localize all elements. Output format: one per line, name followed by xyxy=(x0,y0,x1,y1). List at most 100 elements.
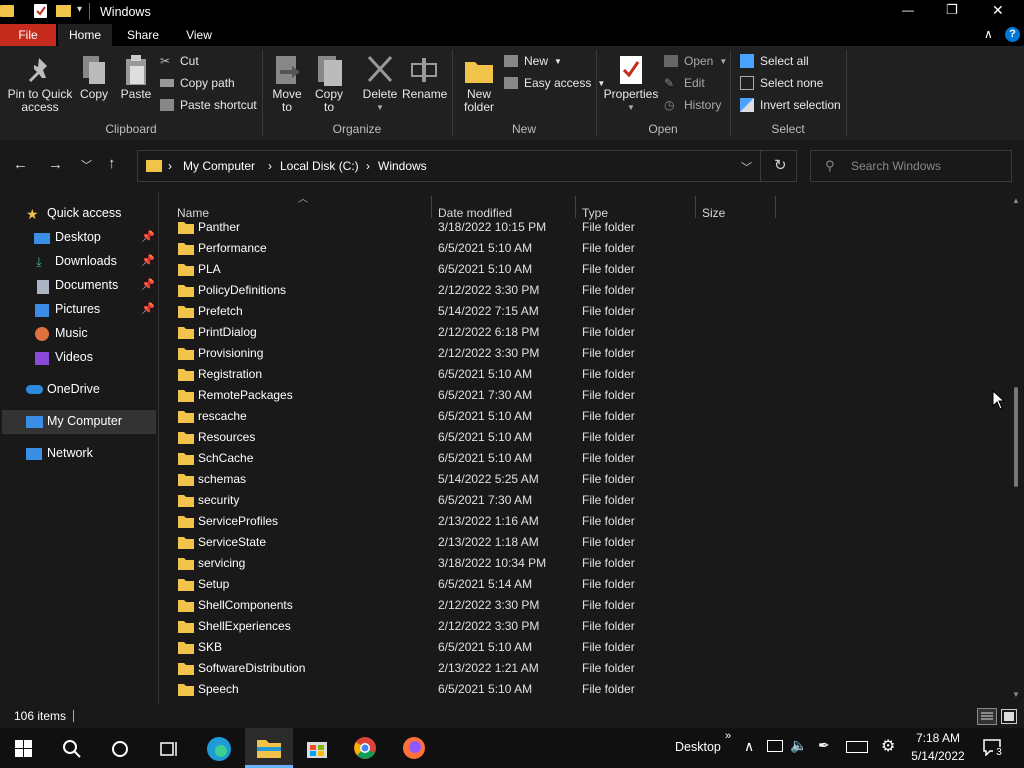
table-row[interactable]: PolicyDefinitions 2/12/2022 3:30 PM File f… xyxy=(160,280,1010,301)
tab-home[interactable]: Home xyxy=(58,24,112,46)
settings-gear-icon[interactable]: ⚙ xyxy=(881,736,895,756)
table-row[interactable]: ServiceProfiles 2/13/2022 1:16 AM File fol… xyxy=(160,511,1010,532)
nav-my-computer[interactable]: My Computer xyxy=(2,410,156,434)
task-view-icon[interactable] xyxy=(158,739,178,759)
new-folder-qat-icon[interactable] xyxy=(56,5,71,17)
search-input[interactable]: Search Windows xyxy=(851,159,941,173)
nav-item-pictures[interactable]: Pictures 📌 xyxy=(0,302,156,320)
pin-icon[interactable]: 📌 xyxy=(141,230,155,243)
table-row[interactable]: Provisioning 2/12/2022 3:30 PM File folder xyxy=(160,343,1010,364)
close-button[interactable]: ✕ xyxy=(992,2,1004,19)
help-icon[interactable]: ? xyxy=(1005,27,1020,42)
large-icons-view-button[interactable] xyxy=(1001,709,1017,724)
clock-date[interactable]: 5/14/2022 xyxy=(910,749,966,763)
breadcrumb-my-computer[interactable]: My Computer xyxy=(183,159,255,173)
select-all-button[interactable]: Select all xyxy=(740,54,809,68)
table-row[interactable]: Panther 3/18/2022 10:15 PM File folder xyxy=(160,217,1010,238)
paste-button[interactable]: Paste xyxy=(116,52,156,118)
tab-share[interactable]: Share xyxy=(116,24,170,46)
breadcrumb-local-disk[interactable]: Local Disk (C:) xyxy=(280,159,359,173)
toolbar-expand-icon[interactable]: » xyxy=(725,730,731,742)
new-item-button[interactable]: New ▼ xyxy=(504,54,562,68)
open-button[interactable]: Open ▼ xyxy=(664,54,727,68)
pen-workspace-icon[interactable]: ✒ xyxy=(818,737,830,754)
table-row[interactable]: Speech 6/5/2021 5:10 AM File folder xyxy=(160,679,1010,700)
table-row[interactable]: rescache 6/5/2021 5:10 AM File folder xyxy=(160,406,1010,427)
pin-to-quick-access-button[interactable]: Pin to Quick access xyxy=(6,52,74,118)
table-row[interactable]: Registration 6/5/2021 5:10 AM File folder xyxy=(160,364,1010,385)
table-row[interactable]: SoftwareDistribution 2/13/2022 1:21 AM Fil… xyxy=(160,658,1010,679)
edge-browser-icon[interactable] xyxy=(206,736,232,762)
nav-item-music[interactable]: Music xyxy=(0,326,156,344)
new-folder-button[interactable]: New folder xyxy=(458,52,500,118)
touch-keyboard-icon[interactable] xyxy=(846,741,868,753)
table-row[interactable]: Resources 6/5/2021 5:10 AM File folder xyxy=(160,427,1010,448)
table-row[interactable]: schemas 5/14/2022 5:25 AM File folder xyxy=(160,469,1010,490)
address-bar[interactable]: › My Computer › Local Disk (C:) › Window… xyxy=(137,150,797,182)
table-row[interactable]: PLA 6/5/2021 5:10 AM File folder xyxy=(160,259,1010,280)
search-box[interactable]: ⚲ Search Windows xyxy=(810,150,1012,182)
nav-onedrive[interactable]: OneDrive xyxy=(0,382,156,400)
nav-network[interactable]: Network xyxy=(0,446,156,464)
scroll-down-icon[interactable]: ▼ xyxy=(1012,690,1020,699)
table-row[interactable]: SKB 6/5/2021 5:10 AM File folder xyxy=(160,637,1010,658)
nav-item-videos[interactable]: Videos xyxy=(0,350,156,368)
tab-view[interactable]: View xyxy=(172,24,226,46)
nav-quick-access[interactable]: ★ Quick access xyxy=(0,206,156,224)
table-row[interactable]: Setup 6/5/2021 5:14 AM File folder xyxy=(160,574,1010,595)
invert-selection-button[interactable]: Invert selection xyxy=(740,98,841,112)
table-row[interactable]: security 6/5/2021 7:30 AM File folder xyxy=(160,490,1010,511)
pin-icon[interactable]: 📌 xyxy=(141,278,155,291)
properties-qat-icon[interactable] xyxy=(34,4,47,18)
breadcrumb-chevron-icon[interactable]: › xyxy=(268,159,272,173)
volume-icon[interactable]: 🔈 xyxy=(790,737,807,754)
copy-path-button[interactable]: Copy path xyxy=(160,76,235,90)
network-tray-icon[interactable] xyxy=(767,740,783,752)
forward-button[interactable]: → xyxy=(48,156,63,173)
show-hidden-icons-icon[interactable]: ∧ xyxy=(744,738,754,755)
move-to-button[interactable]: Move to xyxy=(268,52,306,118)
table-row[interactable]: RemotePackages 6/5/2021 7:30 AM File folde… xyxy=(160,385,1010,406)
select-none-button[interactable]: Select none xyxy=(740,76,823,90)
delete-button[interactable]: Delete ▼ xyxy=(360,52,400,118)
breadcrumb-windows[interactable]: Windows xyxy=(378,159,427,173)
firefox-browser-icon[interactable] xyxy=(402,736,426,760)
chrome-browser-icon[interactable] xyxy=(353,736,377,760)
nav-item-documents[interactable]: Documents 📌 xyxy=(0,278,156,296)
pane-splitter[interactable] xyxy=(158,192,159,704)
tab-file[interactable]: File xyxy=(0,24,56,46)
details-view-button[interactable] xyxy=(977,708,997,725)
history-button[interactable]: ◷ History xyxy=(664,98,721,112)
windows-start-icon[interactable] xyxy=(15,740,32,757)
column-divider[interactable] xyxy=(575,196,576,218)
address-history-dropdown-icon[interactable]: ﹀ xyxy=(741,159,752,175)
microsoft-store-icon[interactable] xyxy=(305,736,329,760)
clock-time[interactable]: 7:18 AM xyxy=(914,731,962,745)
cortana-icon[interactable] xyxy=(110,739,130,759)
qat-dropdown-icon[interactable]: ▾ xyxy=(77,4,82,15)
table-row[interactable]: PrintDialog 2/12/2022 6:18 PM File folder xyxy=(160,322,1010,343)
breadcrumb-chevron-icon[interactable]: › xyxy=(168,159,172,173)
action-center-button[interactable]: 3 xyxy=(982,738,1005,759)
table-row[interactable]: Performance 6/5/2021 5:10 AM File folder xyxy=(160,238,1010,259)
table-row[interactable]: ShellExperiences 2/12/2022 3:30 PM File fo… xyxy=(160,616,1010,637)
column-divider[interactable] xyxy=(431,196,432,218)
collapse-ribbon-icon[interactable]: ∧ xyxy=(984,27,993,41)
column-divider[interactable] xyxy=(695,196,696,218)
scroll-up-icon[interactable]: ▲ xyxy=(1012,196,1020,205)
pin-icon[interactable]: 📌 xyxy=(141,302,155,315)
scrollbar-thumb[interactable] xyxy=(1014,387,1018,487)
vertical-scrollbar[interactable]: ▲ ▼ xyxy=(1010,192,1024,704)
minimize-button[interactable]: — xyxy=(902,3,914,17)
cut-button[interactable]: ✂ Cut xyxy=(160,54,199,68)
recent-locations-icon[interactable]: ﹀ xyxy=(81,157,92,173)
desktop-toolbar-label[interactable]: Desktop xyxy=(675,740,721,754)
copy-to-button[interactable]: Copy to xyxy=(310,52,348,118)
pin-icon[interactable]: 📌 xyxy=(141,254,155,267)
properties-button[interactable]: Properties ▼ xyxy=(602,52,660,118)
nav-item-desktop[interactable]: Desktop 📌 xyxy=(0,230,156,248)
copy-button[interactable]: Copy xyxy=(76,52,112,118)
breadcrumb-chevron-icon[interactable]: › xyxy=(366,159,370,173)
back-button[interactable]: ← xyxy=(13,156,28,173)
table-row[interactable]: Prefetch 5/14/2022 7:15 AM File folder xyxy=(160,301,1010,322)
